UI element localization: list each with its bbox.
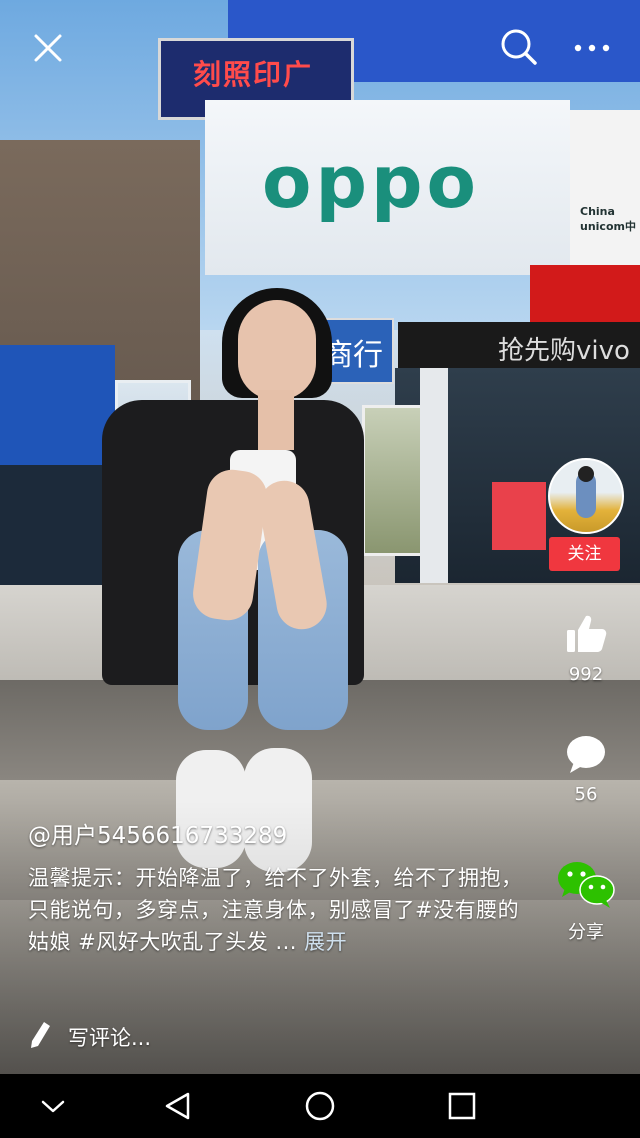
expand-caption-button[interactable]: 展开 — [304, 930, 347, 954]
caption-text: 温馨提示：开始降温了，给不了外套，给不了拥抱，只能说句，多穿点，注意身体，别感冒… — [28, 866, 523, 954]
comment-count: 56 — [574, 784, 598, 805]
oppo-logo: oppo — [262, 140, 481, 224]
search-icon — [501, 29, 537, 65]
hide-keyboard-button[interactable] — [28, 1086, 78, 1126]
comment-button[interactable]: 56 — [546, 732, 626, 805]
post-caption: 温馨提示：开始降温了，给不了外套，给不了拥抱，只能说句，多穿点，注意身体，别感冒… — [28, 862, 528, 958]
recents-square-icon — [448, 1092, 476, 1120]
china-mobile-sign — [0, 345, 115, 465]
home-circle-icon — [305, 1091, 335, 1121]
unicom-red-band — [530, 265, 640, 325]
share-button[interactable]: 分享 — [546, 858, 626, 944]
avatar-head — [578, 466, 594, 482]
comment-placeholder: 写评论... — [68, 1026, 152, 1050]
thumbs-up-icon — [567, 615, 607, 652]
like-count: 992 — [568, 664, 604, 685]
comment-bubble-icon — [567, 736, 605, 773]
author-avatar[interactable] — [548, 458, 624, 534]
led-banner: 抢先购vivo — [398, 322, 640, 368]
search-button[interactable] — [498, 26, 540, 68]
back-button[interactable] — [153, 1086, 203, 1126]
author-username[interactable]: @用户5456616733289 — [28, 816, 287, 850]
promo-poster — [492, 482, 546, 550]
more-icon — [574, 44, 610, 52]
system-nav-bar — [0, 1074, 640, 1138]
drinks-fridge — [362, 405, 426, 556]
unicom-logo: China unicom中 — [580, 205, 636, 233]
more-button[interactable] — [568, 30, 616, 66]
home-button[interactable] — [295, 1086, 345, 1126]
person-neck — [258, 390, 294, 450]
chevron-down-icon — [41, 1100, 65, 1113]
share-label: 分享 — [568, 922, 604, 943]
wechat-icon — [558, 862, 615, 908]
close-button[interactable] — [28, 28, 68, 68]
like-button[interactable]: 992 — [546, 612, 626, 685]
close-icon — [34, 34, 62, 62]
person-face — [238, 300, 316, 400]
pillar — [420, 368, 448, 583]
follow-button[interactable]: 关注 — [549, 537, 620, 571]
back-triangle-icon — [165, 1092, 190, 1120]
pen-icon — [31, 1022, 50, 1048]
comment-input[interactable]: 写评论... — [0, 1004, 640, 1074]
recents-button[interactable] — [437, 1086, 487, 1126]
